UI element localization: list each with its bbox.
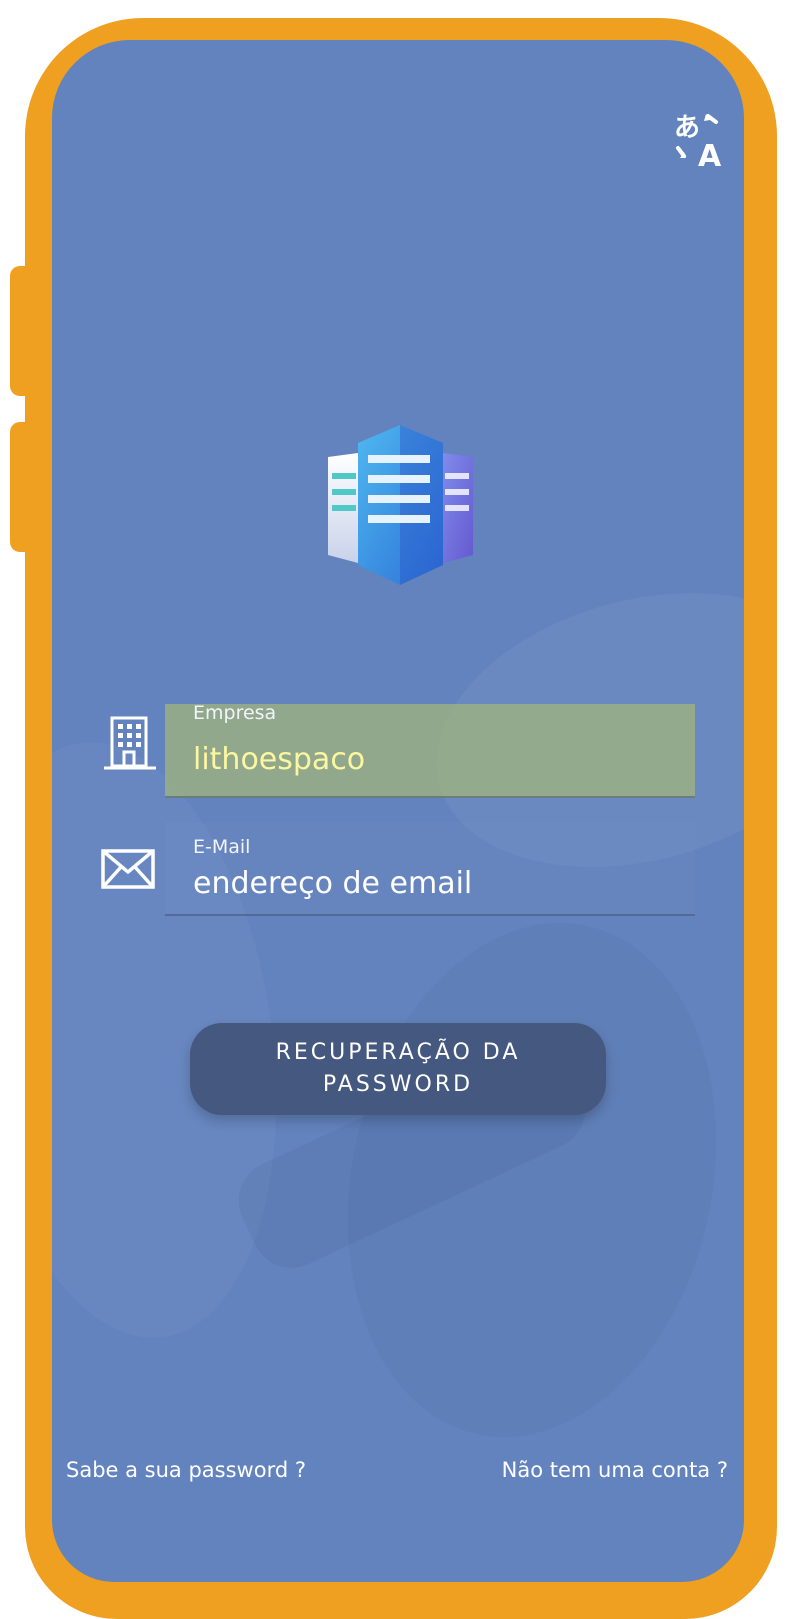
company-input[interactable]: Empresa lithoespaco (165, 702, 695, 798)
no-account-link[interactable]: Não tem uma conta ? (502, 1458, 728, 1482)
company-value: lithoespaco (193, 742, 366, 777)
email-placeholder: endereço de email (193, 866, 473, 901)
email-field[interactable]: E-Mail endereço de email (165, 806, 695, 918)
volume-up-button (10, 266, 34, 396)
volume-down-button (10, 422, 34, 552)
recover-password-button[interactable]: RECUPERAÇÃO DA PASSWORD (190, 1023, 606, 1115)
translate-icon: あ A (674, 113, 722, 174)
envelope-icon (101, 849, 155, 889)
email-input[interactable]: E-Mail endereço de email (165, 822, 695, 916)
company-field[interactable]: Empresa lithoespaco (165, 688, 695, 800)
recover-button-line2: PASSWORD (322, 1072, 474, 1097)
svg-text:A: A (698, 139, 722, 172)
company-label: Empresa (193, 702, 277, 724)
office-building-icon (104, 716, 156, 770)
email-label: E-Mail (193, 836, 251, 858)
language-button[interactable]: あ A (670, 108, 734, 174)
app-screen: あ A Empresa lithoespaco E-Mail endereço … (52, 40, 744, 1582)
know-password-link[interactable]: Sabe a sua password ? (66, 1458, 306, 1482)
svg-text:あ: あ (674, 113, 700, 143)
building-logo-icon (328, 425, 473, 585)
recover-button-line1: RECUPERAÇÃO DA (275, 1040, 521, 1065)
